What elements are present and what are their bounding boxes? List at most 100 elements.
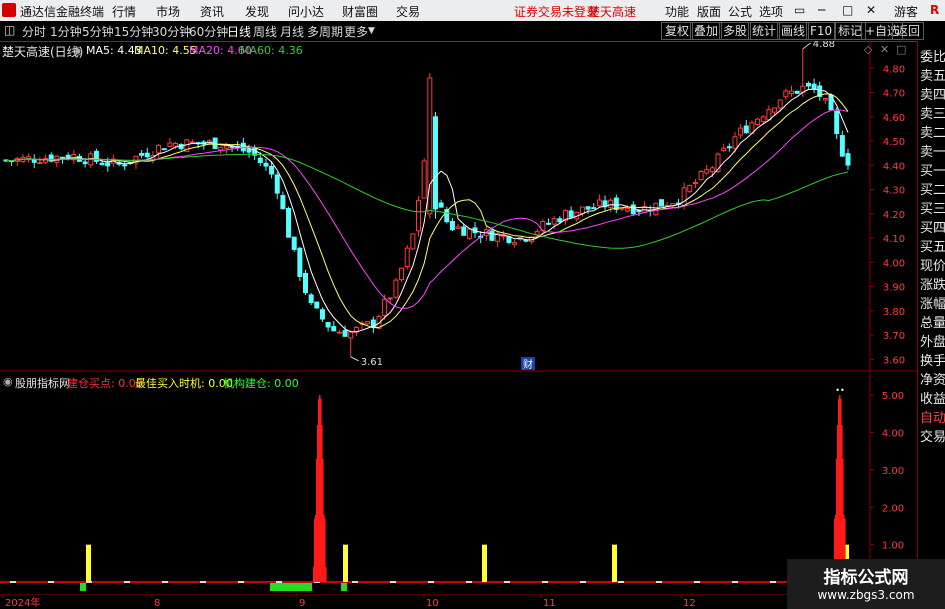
sidebar-busan[interactable]: 买三 bbox=[920, 198, 945, 217]
sidebar-maisan[interactable]: 卖三 bbox=[920, 103, 945, 122]
tab-more[interactable]: 更多 bbox=[344, 23, 368, 40]
candle-body bbox=[37, 162, 43, 165]
candle-body bbox=[167, 142, 173, 147]
candle-body bbox=[568, 210, 574, 218]
sidebar-maier[interactable]: 卖二 bbox=[920, 122, 945, 141]
collapse-icon[interactable]: ◫ bbox=[4, 23, 15, 37]
candle-body bbox=[738, 127, 744, 136]
restore-icon[interactable]: ─ bbox=[818, 3, 825, 17]
candle-body bbox=[755, 118, 761, 126]
maximize-icon[interactable]: □ bbox=[842, 3, 853, 17]
tab-30min[interactable]: 30分钟 bbox=[152, 23, 191, 40]
tab-daily[interactable]: 日线 bbox=[227, 23, 251, 40]
close-chart-icon[interactable]: ✕ bbox=[880, 43, 889, 56]
candle-body bbox=[325, 321, 331, 328]
login-notice[interactable]: 证券交易未登录 bbox=[514, 3, 598, 20]
minimize-icon[interactable]: ▭ bbox=[794, 3, 805, 17]
menu-wenxiaoda[interactable]: 问小达 bbox=[288, 3, 324, 20]
sidebar-zhangfu[interactable]: 涨幅 bbox=[920, 293, 945, 312]
sidebar-jiaoyi[interactable]: 交易 bbox=[920, 426, 945, 445]
price-tick-label: 4.10 bbox=[883, 234, 905, 245]
signal-bar-yellow bbox=[612, 544, 617, 582]
menu-banmian[interactable]: 版面 bbox=[697, 3, 721, 20]
baseline-dash bbox=[428, 581, 434, 583]
sidebar-huanshou[interactable]: 换手 bbox=[920, 350, 945, 369]
tab-5min[interactable]: 5分钟 bbox=[82, 23, 114, 40]
candle-body bbox=[709, 167, 715, 173]
chevron-down-icon[interactable]: ▼ bbox=[368, 26, 375, 36]
baseline-dash bbox=[276, 581, 282, 583]
candle-body bbox=[269, 165, 275, 175]
legend-toggle-icon[interactable]: ◉ bbox=[73, 44, 83, 57]
candle-body bbox=[732, 136, 738, 149]
sidebar-busi[interactable]: 买四 bbox=[920, 217, 945, 236]
sidebar-maisi[interactable]: 卖四 bbox=[920, 84, 945, 103]
indicator-name: 股朋指标网 bbox=[15, 377, 70, 390]
expand-chart-icon[interactable]: □ bbox=[896, 43, 906, 56]
baseline-dash bbox=[162, 581, 168, 583]
candle-body bbox=[189, 141, 195, 144]
menu-faxian[interactable]: 发现 bbox=[245, 3, 269, 20]
candle-body bbox=[308, 294, 314, 304]
sidebar-weibi[interactable]: 委比 bbox=[920, 46, 945, 65]
back-button[interactable]: 返回 bbox=[892, 22, 925, 40]
tab-multi[interactable]: 多周期 bbox=[307, 23, 343, 40]
indicator-tick-label: 4.00 bbox=[882, 429, 904, 440]
close-icon[interactable]: ✕ bbox=[866, 3, 876, 17]
candle-body bbox=[319, 309, 325, 320]
indicator-tick-label: 1.00 bbox=[882, 541, 904, 552]
sub-legend-toggle-icon[interactable]: ◉ bbox=[3, 375, 13, 388]
f10-button[interactable]: F10 bbox=[806, 22, 837, 40]
tab-monthly[interactable]: 月线 bbox=[280, 23, 304, 40]
sidebar-waipan[interactable]: 外盘 bbox=[920, 331, 945, 350]
menu-shichang[interactable]: 市场 bbox=[156, 3, 180, 20]
tab-fenshi[interactable]: 分时 bbox=[22, 23, 46, 40]
huaxian-button[interactable]: 画线 bbox=[777, 22, 810, 40]
quote-sidebar: 委比 卖五 卖四 卖三 卖二 卖一 买一 买二 买三 买四 买五 现价 涨跌 涨… bbox=[917, 41, 945, 609]
sidebar-maiwu[interactable]: 卖五 bbox=[920, 65, 945, 84]
candle-body bbox=[585, 206, 591, 210]
user-label[interactable]: 游客 bbox=[894, 3, 918, 20]
indicator-chart[interactable]: 5.004.003.002.001.0014:5614:5614:5614:56… bbox=[0, 372, 917, 594]
sidebar-buwu[interactable]: 买五 bbox=[920, 236, 945, 255]
tab-1min[interactable]: 1分钟 bbox=[50, 23, 82, 40]
tongji-button[interactable]: 统计 bbox=[748, 22, 781, 40]
price-tick-label: 3.70 bbox=[883, 331, 905, 342]
fuquan-button[interactable]: 复权 bbox=[661, 22, 694, 40]
sidebar-jingzi[interactable]: 净资 bbox=[920, 369, 945, 388]
sidebar-shouyi[interactable]: 收益 bbox=[920, 388, 945, 407]
menu-gongneng[interactable]: 功能 bbox=[665, 3, 689, 20]
candlestick-chart[interactable]: 4.80 4.70 4.60 4.50 4.40 4.30 4.20 4.10 4.00 3.90… bbox=[0, 41, 917, 372]
tab-weekly[interactable]: 周线 bbox=[253, 23, 277, 40]
candle-body bbox=[139, 153, 145, 156]
candle-body bbox=[416, 200, 422, 232]
duogu-button[interactable]: 多股 bbox=[719, 22, 752, 40]
candle-body bbox=[342, 330, 348, 337]
candle-body bbox=[687, 184, 693, 192]
diamond-icon[interactable]: ◇ bbox=[864, 43, 872, 56]
candle-body bbox=[783, 90, 789, 98]
menu-gongshi[interactable]: 公式 bbox=[728, 3, 752, 20]
baseline-dash bbox=[618, 581, 624, 583]
price-tick-label: 4.00 bbox=[883, 258, 905, 269]
sidebar-xianjia[interactable]: 现价 bbox=[920, 255, 945, 274]
menu-hangqing[interactable]: 行情 bbox=[112, 3, 136, 20]
tab-60min[interactable]: 60分钟 bbox=[189, 23, 228, 40]
diejia-button[interactable]: 叠加 bbox=[690, 22, 723, 40]
candle-body bbox=[760, 116, 766, 123]
menu-xuanxiang[interactable]: 选项 bbox=[759, 3, 783, 20]
candle-body bbox=[387, 297, 393, 300]
menu-jiaoyi[interactable]: 交易 bbox=[396, 3, 420, 20]
tab-15min[interactable]: 15分钟 bbox=[114, 23, 153, 40]
candle-body bbox=[365, 321, 371, 325]
sidebar-maiyi[interactable]: 卖一 bbox=[920, 141, 945, 160]
menu-zixun[interactable]: 资讯 bbox=[200, 3, 224, 20]
sidebar-buyi[interactable]: 买一 bbox=[920, 160, 945, 179]
sidebar-zidong[interactable]: 自动 bbox=[920, 407, 945, 426]
candle-body bbox=[466, 228, 472, 239]
signal-bar-yellow bbox=[343, 544, 348, 582]
sidebar-zongliang[interactable]: 总量 bbox=[920, 312, 945, 331]
menu-caifuquan[interactable]: 财富圈 bbox=[342, 3, 378, 20]
sidebar-zhangdie[interactable]: 涨跌 bbox=[920, 274, 945, 293]
sidebar-buer[interactable]: 买二 bbox=[920, 179, 945, 198]
